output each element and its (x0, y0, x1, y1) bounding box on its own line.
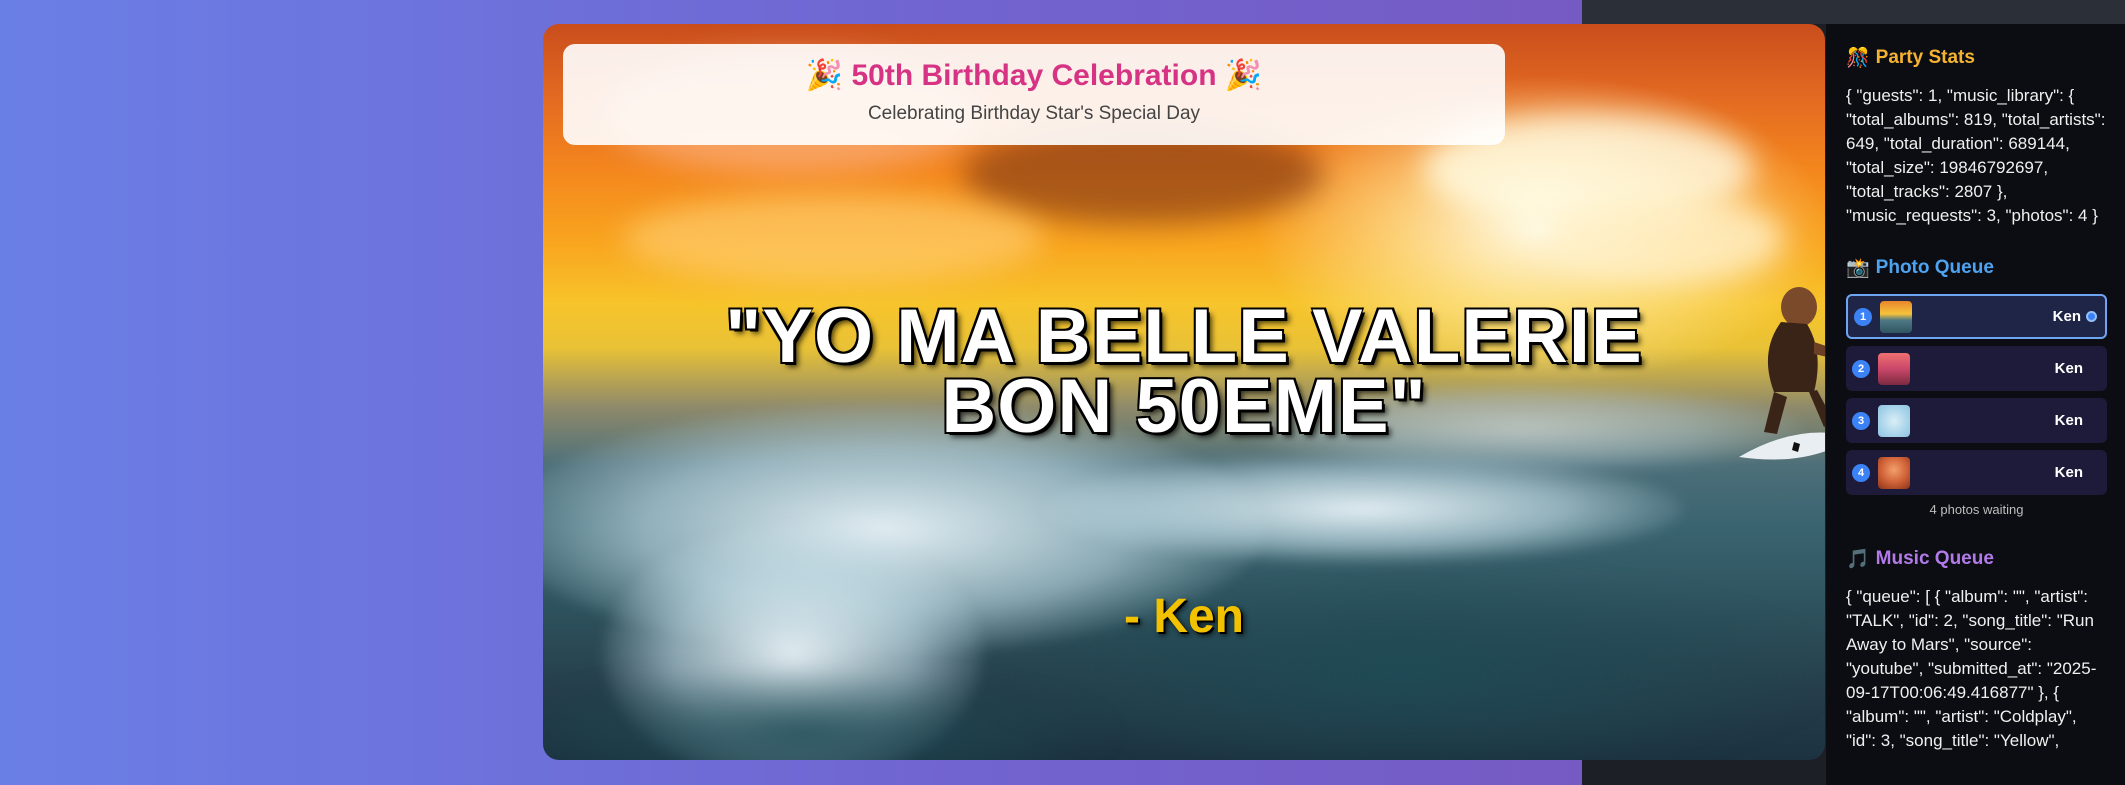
photo-caption: "YO MA BELLE VALERIE BON 50EME" (543, 294, 1825, 449)
photo-display: 🎉 50th Birthday Celebration 🎉 Celebratin… (543, 24, 1825, 760)
music-note-icon: 🎵 (1846, 549, 1870, 570)
caption-line-2: BON 50EME" (941, 364, 1427, 449)
photo-thumbnail (1878, 404, 1910, 437)
photo-queue-item[interactable]: 4 Ken (1846, 450, 2107, 495)
party-stats-json: { "guests": 1, "music_library": { "total… (1846, 86, 2106, 225)
top-bar (1582, 0, 2125, 24)
queue-user: Ken (2054, 412, 2083, 429)
music-queue-label: Music Queue (1875, 548, 1994, 569)
photo-queue-item[interactable]: 3 Ken (1846, 398, 2107, 443)
cloud (623, 194, 1043, 284)
cloud (1543, 194, 1783, 284)
sidebar: 🎊 Party Stats { "guests": 1, "music_libr… (1826, 24, 2125, 785)
confetti-icon: 🎊 (1846, 48, 1870, 69)
camera-icon: 📸 (1846, 258, 1870, 279)
photo-queue-item[interactable]: 1 Ken (1846, 294, 2107, 339)
queue-user: Ken (2054, 360, 2083, 377)
caption-line-1: "YO MA BELLE VALERIE (725, 294, 1643, 379)
caption-author: - Ken (1124, 590, 1244, 643)
photo-queue-title: 📸 Photo Queue (1846, 256, 2107, 280)
photos-waiting-count: 4 photos waiting (1929, 502, 2024, 517)
party-stats-label: Party Stats (1875, 47, 1975, 68)
queue-number: 3 (1852, 411, 1870, 430)
photo-queue-label: Photo Queue (1875, 257, 1994, 278)
queue-number: 1 (1854, 307, 1872, 326)
queue-number: 4 (1852, 463, 1870, 482)
photo-thumbnail (1878, 352, 1910, 385)
queue-user: Ken (2054, 464, 2083, 481)
event-subtitle: Celebrating Birthday Star's Special Day (867, 103, 1201, 124)
photo-queue-item[interactable]: 2 Ken (1846, 346, 2107, 391)
party-stats-title: 🎊 Party Stats (1846, 46, 2107, 70)
event-header: 🎉 50th Birthday Celebration 🎉 Celebratin… (563, 44, 1505, 145)
event-title: 🎉 50th Birthday Celebration 🎉 (805, 59, 1263, 92)
music-queue-json: { "queue": [ { "album": "", "artist": "T… (1846, 587, 2097, 750)
queue-number: 2 (1852, 359, 1870, 378)
photo-queue-list: 1 Ken 2 Ken 3 Ken 4 Ken 4 photos waiting (1846, 294, 2107, 517)
music-queue-title: 🎵 Music Queue (1846, 547, 2107, 571)
current-indicator-icon (2086, 311, 2097, 322)
photo-thumbnail (1880, 300, 1912, 333)
photo-thumbnail (1878, 456, 1910, 489)
queue-user: Ken (2052, 308, 2081, 325)
